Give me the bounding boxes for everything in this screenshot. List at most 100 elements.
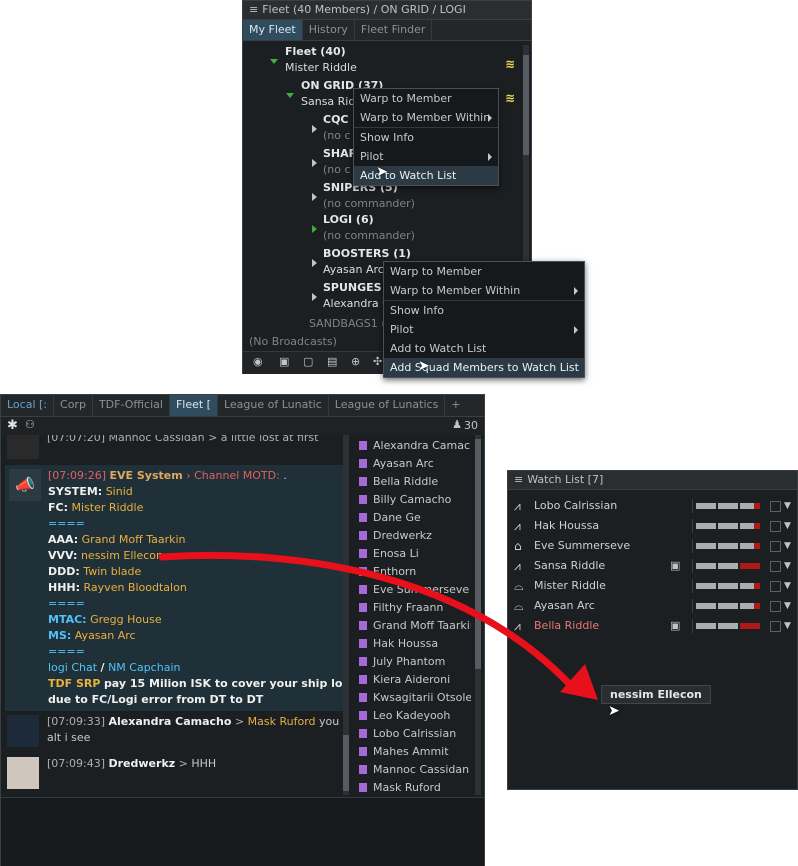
motd-value-link[interactable]: Gregg House (90, 613, 162, 626)
chevron-down-icon[interactable]: ▼ (784, 557, 791, 575)
menu-icon[interactable]: ≡ (249, 3, 258, 16)
chevron-down-icon[interactable]: ▼ (784, 517, 791, 535)
member-list-item[interactable]: Dredwerkz (359, 529, 432, 542)
menu-warp-to-member[interactable]: Warp to Member (354, 89, 498, 108)
chat-scrollbar-thumb[interactable] (343, 735, 349, 791)
fleet-window-title[interactable]: ≡ Fleet (40 Members) / ON GRID / LOGI (243, 1, 531, 20)
message-sender[interactable]: Alexandra Camacho (109, 715, 232, 728)
member-list-item[interactable]: Dane Ge (359, 511, 421, 524)
member-list-item[interactable]: Enosa Li (359, 547, 419, 560)
member-list-item[interactable]: Bella Riddle (359, 475, 438, 488)
expand-squad-icon[interactable] (312, 293, 317, 301)
tab-corp[interactable]: Corp (54, 395, 93, 416)
watch-list-row[interactable]: ⩘ Sansa Riddle ▣ ▼ (512, 557, 798, 575)
member-list-item[interactable]: Ayasan Arc (359, 457, 434, 470)
message-sender[interactable]: Dredwerkz (109, 757, 176, 770)
menu-icon[interactable]: ≡ (514, 473, 523, 486)
members-icon[interactable]: ⚇ (25, 418, 35, 431)
menu-add-squad-to-watch-list[interactable]: Add Squad Members to Watch List (384, 358, 584, 377)
member-list-item[interactable]: Eve Summerseve (359, 583, 469, 596)
select-checkbox[interactable] (770, 561, 781, 572)
tab-local[interactable]: Local [: (1, 395, 55, 416)
tab-my-fleet[interactable]: My Fleet (243, 20, 303, 40)
member-list-item[interactable]: Kwsagitarii Otsoler (359, 691, 471, 704)
expand-squad-icon[interactable] (312, 159, 317, 167)
wing-add-icon[interactable]: ▤ (327, 355, 337, 368)
tab-fleet[interactable]: Fleet [ (169, 395, 218, 416)
tab-add-channel[interactable]: + (445, 395, 466, 416)
watch-list-row[interactable]: ⩘ Bella Riddle ▣ ▼ (512, 617, 798, 635)
chevron-down-icon[interactable]: ▼ (784, 497, 791, 515)
select-checkbox[interactable] (770, 541, 781, 552)
member-list-item[interactable]: Leo Kadeyooh (359, 709, 450, 722)
tab-league-of-lunatics[interactable]: League of Lunatics (329, 395, 446, 416)
member-list-item[interactable]: Grand Moff Taarkin (359, 619, 471, 632)
motd-value-link[interactable]: Ayasan Arc (75, 629, 136, 642)
motd-value-link[interactable]: Mister Riddle (72, 501, 144, 514)
menu-show-info[interactable]: Show Info (354, 128, 498, 147)
broadcast-icon[interactable]: ⊕ (351, 355, 360, 368)
member-scrollbar-thumb[interactable] (475, 439, 481, 669)
settings-icon[interactable]: ✣ (373, 355, 382, 368)
select-checkbox[interactable] (770, 601, 781, 612)
motd-value-link[interactable]: Sinid (106, 485, 133, 498)
fleet-commander[interactable]: Mister Riddle (285, 61, 357, 74)
watch-list-row[interactable]: ⌂ Eve Summerseve ▼ (512, 537, 798, 555)
member-list-item[interactable]: Mannoc Cassidan (359, 763, 469, 776)
expand-wing-icon[interactable] (286, 93, 294, 98)
member-scrollbar[interactable] (475, 435, 481, 795)
fleet-node[interactable]: Fleet (40) (285, 45, 346, 58)
motd-value-link[interactable]: Twin blade (83, 565, 141, 578)
squad-node[interactable]: SPUNGES ( (323, 281, 390, 294)
menu-warp-to-member[interactable]: Warp to Member (384, 262, 584, 281)
member-list-item[interactable]: Hak Houssa (359, 637, 438, 650)
chat-scrollbar[interactable] (343, 435, 349, 795)
tab-history[interactable]: History (303, 20, 355, 40)
expand-squad-icon[interactable] (312, 259, 317, 267)
expand-squad-icon[interactable] (312, 225, 317, 233)
menu-show-info[interactable]: Show Info (384, 301, 584, 320)
eye-icon[interactable]: ◉ (253, 355, 263, 368)
menu-warp-to-member-within[interactable]: Warp to Member Within (354, 108, 498, 128)
member-list-item[interactable]: Enthorn (359, 565, 416, 578)
watch-list-row[interactable]: ⩘ Hak Houssa ▼ (512, 517, 798, 535)
squad-node[interactable]: BOOSTERS (1) (323, 247, 411, 260)
member-list-item[interactable]: Mahes Ammit (359, 745, 449, 758)
expand-squad-icon[interactable] (312, 193, 317, 201)
chevron-down-icon[interactable]: ▼ (784, 597, 791, 615)
member-list-item[interactable]: Lobo Calrissian (359, 727, 456, 740)
chevron-down-icon[interactable]: ▼ (784, 617, 791, 635)
select-checkbox[interactable] (770, 581, 781, 592)
channel-link[interactable]: NM Capchain (108, 661, 180, 674)
watch-list-title[interactable]: ≡ Watch List [7] (508, 471, 797, 490)
menu-add-to-watch-list[interactable]: Add to Watch List (384, 339, 584, 358)
menu-warp-to-member-within[interactable]: Warp to Member Within (384, 281, 584, 301)
squad-node[interactable]: SHAR (323, 147, 357, 160)
squad-node[interactable]: SANDBAGS1 ( (309, 317, 386, 330)
channel-link[interactable]: logi Chat (48, 661, 97, 674)
gear-icon[interactable]: ✱ (7, 418, 18, 433)
select-checkbox[interactable] (770, 501, 781, 512)
fleet-scrollbar-thumb[interactable] (523, 55, 529, 155)
motd-value-link[interactable]: Grand Moff Taarkin (82, 533, 186, 546)
menu-pilot[interactable]: Pilot (384, 320, 584, 339)
select-checkbox[interactable] (770, 521, 781, 532)
member-list-item[interactable]: Alexandra Camacho (359, 439, 471, 452)
chat-input[interactable] (1, 797, 484, 866)
message-sender[interactable]: EVE System (110, 469, 183, 482)
member-list-item[interactable]: Mask Ruford (359, 781, 441, 794)
message-target[interactable]: Mask Ruford (248, 715, 316, 728)
squad-commander[interactable]: Ayasan Arc (323, 263, 384, 276)
tab-tdf-official[interactable]: TDF-Official (93, 395, 170, 416)
member-list-item[interactable]: Billy Camacho (359, 493, 451, 506)
watch-list-row[interactable]: ⩘ Lobo Calrissian ▼ (512, 497, 798, 515)
member-list-item[interactable]: Filthy Fraann (359, 601, 443, 614)
member-list-item[interactable]: July Phantom (359, 655, 445, 668)
watch-list-row[interactable]: ⌓ Mister Riddle ▼ (512, 577, 798, 595)
chevron-down-icon[interactable]: ▼ (784, 577, 791, 595)
tab-league-of-lunatic[interactable]: League of Lunatic (218, 395, 329, 416)
select-checkbox[interactable] (770, 621, 781, 632)
watch-add-icon[interactable]: ▣ (279, 355, 289, 368)
expand-squad-icon[interactable] (312, 125, 317, 133)
srp-link[interactable]: TDF SRP (48, 677, 100, 690)
